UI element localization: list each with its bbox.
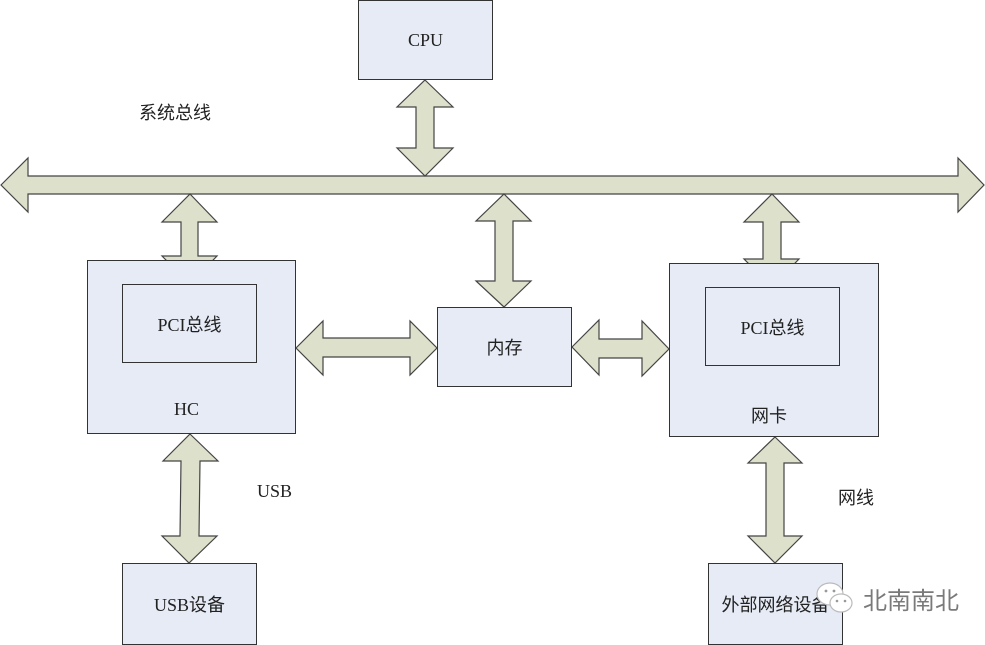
watermark: 北南南北 — [815, 580, 959, 616]
usb-device-box: USB设备 — [122, 563, 257, 645]
wechat-icon — [816, 582, 853, 613]
memory-label: 内存 — [486, 338, 523, 358]
memory-nic-arrow — [571, 318, 670, 378]
cpu-box: CPU — [358, 0, 493, 80]
hc-usb-arrow — [160, 433, 220, 564]
nic-pci-bus-box: PCI总线 — [705, 287, 840, 366]
usb-device-label: USB设备 — [153, 595, 225, 615]
external-network-device-label: 外部网络设备 — [721, 595, 830, 615]
usb-link-label: USB — [257, 481, 293, 501]
system-bus-arrow — [0, 156, 985, 214]
nic-pci-bus-label: PCI总线 — [740, 317, 805, 338]
system-bus-label: 系统总线 — [139, 103, 211, 123]
cpu-bus-arrow — [395, 79, 455, 177]
hc-box: PCI总线 HC — [87, 260, 296, 434]
cpu-label: CPU — [407, 29, 443, 50]
hc-label: HC — [174, 399, 200, 419]
watermark-text: 北南南北 — [863, 586, 959, 615]
hc-pci-bus-label: PCI总线 — [157, 314, 222, 335]
nic-box: PCI总线 网卡 — [669, 263, 879, 437]
network-cable-label: 网线 — [838, 488, 874, 508]
nic-label: 网卡 — [751, 406, 787, 426]
hc-memory-arrow — [295, 319, 438, 377]
hc-pci-bus-box: PCI总线 — [122, 284, 257, 363]
memory-box: 内存 — [437, 307, 572, 387]
bus-memory-arrow — [474, 193, 533, 308]
nic-external-arrow — [746, 436, 804, 564]
